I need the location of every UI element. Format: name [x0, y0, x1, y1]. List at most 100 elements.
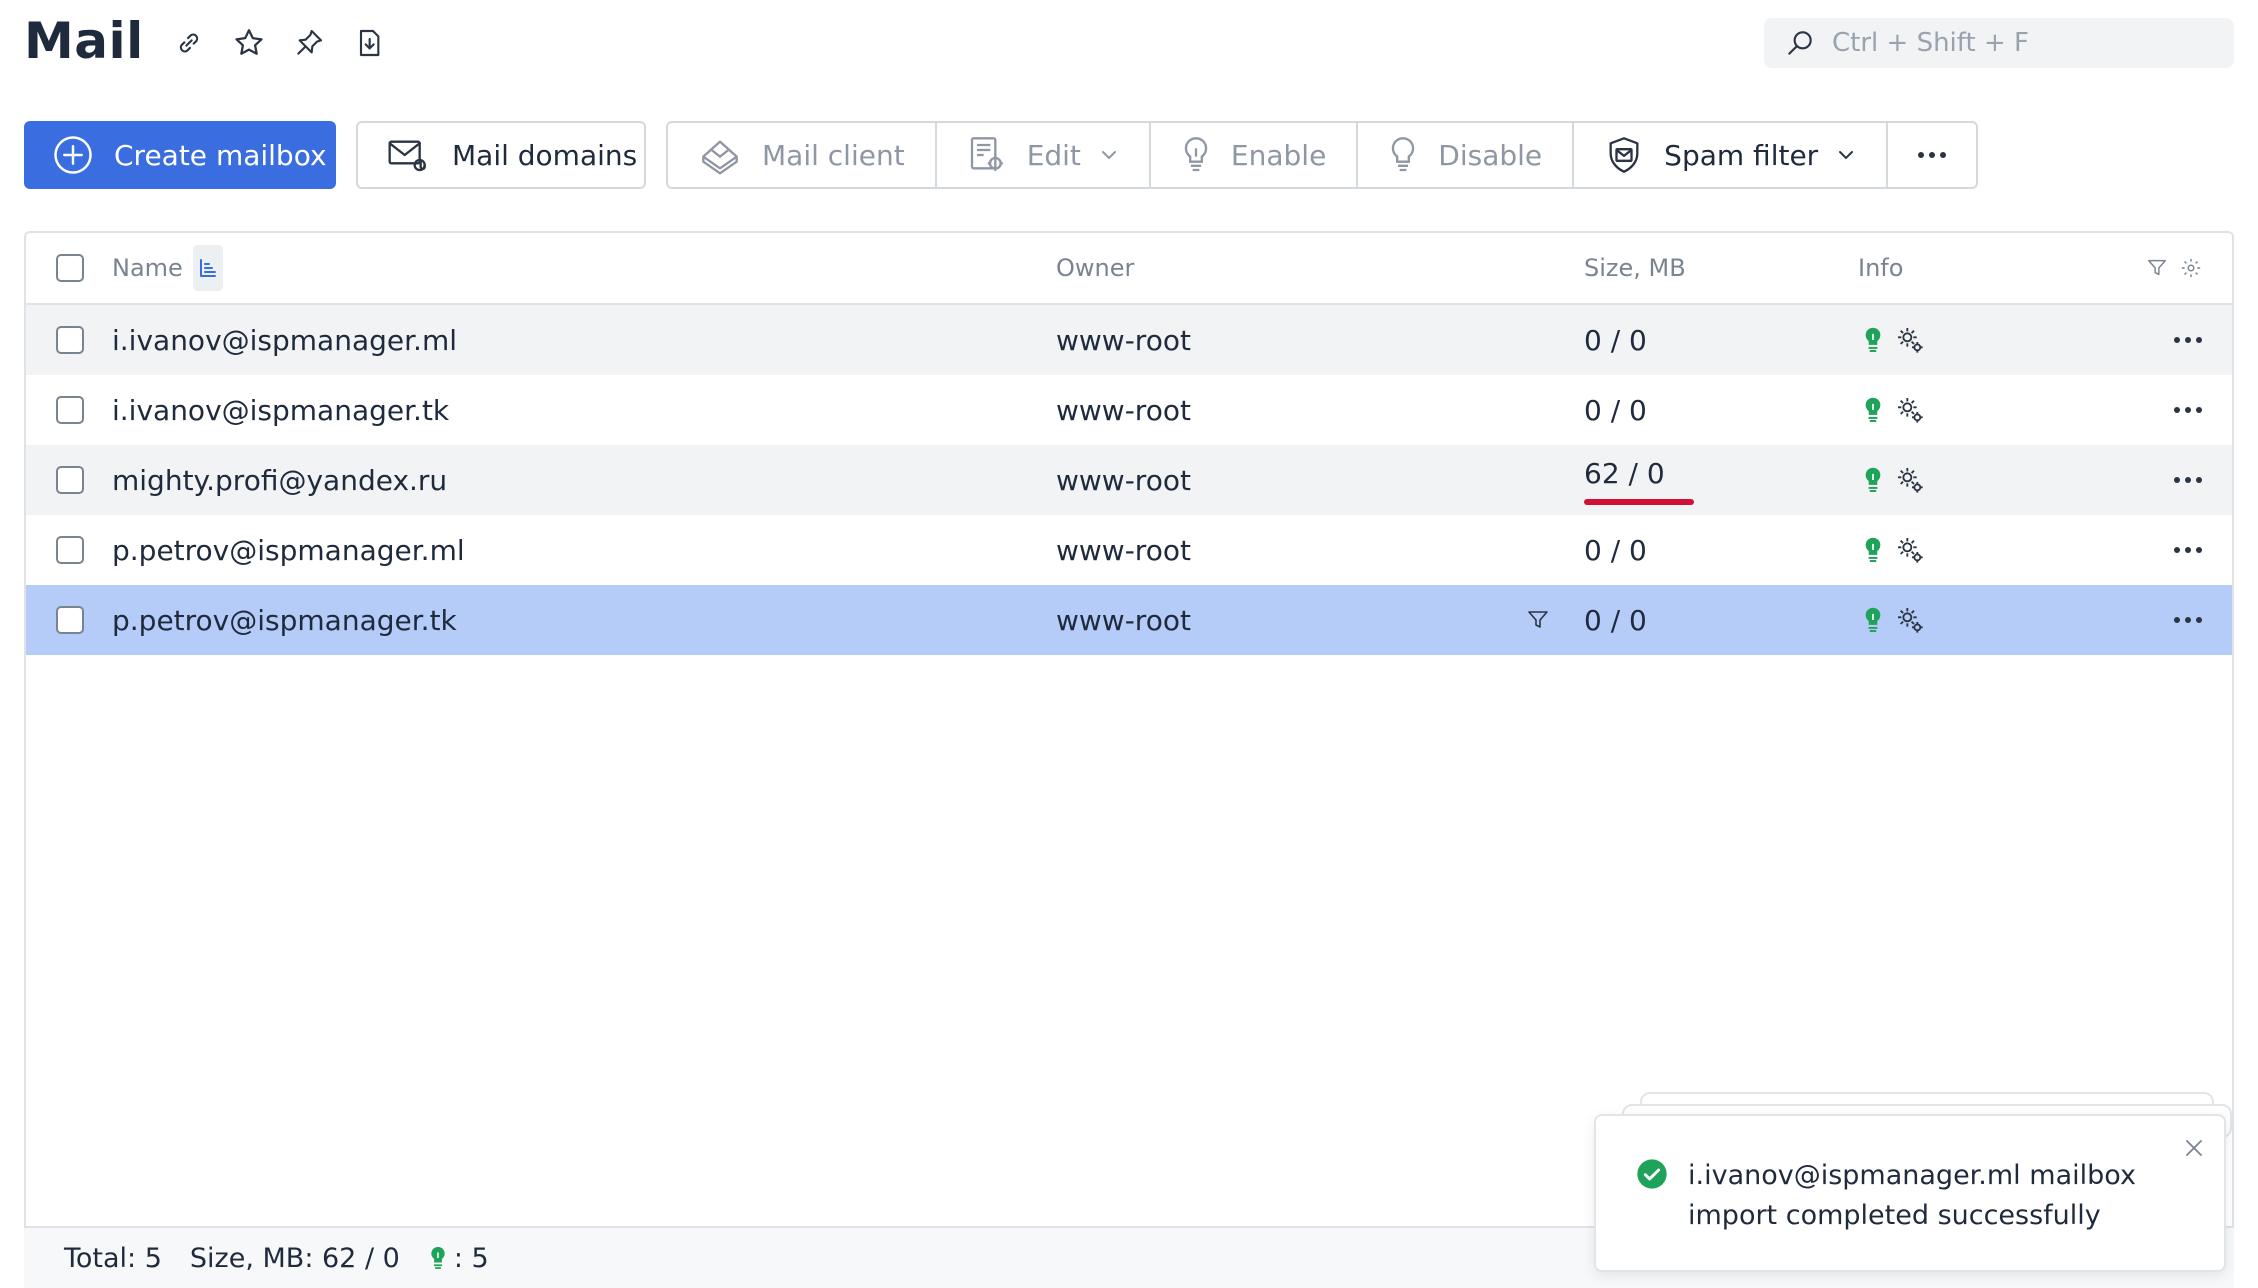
mail-client-label: Mail client: [762, 138, 905, 172]
info-icons: [1862, 515, 1926, 585]
table-row[interactable]: p.petrov@ispmanager.tk www-root 0 / 0: [26, 585, 2232, 655]
row-actions-button[interactable]: [2174, 585, 2202, 655]
enabled-bulb-icon: [428, 1243, 448, 1273]
column-header-info[interactable]: Info: [1858, 233, 1903, 303]
column-header-size[interactable]: Size, MB: [1584, 233, 1686, 303]
mailbox-name[interactable]: p.petrov@ispmanager.tk: [112, 585, 457, 655]
info-icons: [1862, 445, 1926, 515]
row-checkbox[interactable]: [56, 396, 84, 424]
close-icon[interactable]: [2182, 1136, 2206, 1160]
mail-client-icon: [698, 135, 742, 175]
mailbox-size: 0 / 0: [1584, 603, 1647, 637]
row-actions-button[interactable]: [2174, 445, 2202, 515]
gears-icon[interactable]: [1894, 464, 1926, 496]
column-header-name[interactable]: Name: [112, 233, 223, 303]
mail-domains-label: Mail domains: [452, 138, 638, 172]
gears-icon[interactable]: [1894, 394, 1926, 426]
gear-icon[interactable]: [2180, 257, 2202, 279]
table-row[interactable]: mighty.profi@yandex.ru www-root 62 / 0: [26, 445, 2232, 515]
column-filter-icon[interactable]: [1526, 585, 1550, 655]
info-icons: [1862, 305, 1926, 375]
column-name-label: Name: [112, 254, 183, 282]
info-icons: [1862, 375, 1926, 445]
mailbox-size: 0 / 0: [1584, 393, 1647, 427]
filter-icon[interactable]: [2146, 257, 2168, 279]
search-box[interactable]: [1764, 18, 2234, 68]
gears-icon[interactable]: [1894, 604, 1926, 636]
spam-filter-button[interactable]: Spam filter: [1574, 123, 1889, 187]
row-checkbox[interactable]: [56, 466, 84, 494]
pin-icon[interactable]: [290, 24, 328, 62]
mailbox-owner: www-root: [1056, 603, 1191, 637]
download-icon[interactable]: [350, 24, 388, 62]
mailbox-owner: www-root: [1056, 463, 1191, 497]
table-row[interactable]: p.petrov@ispmanager.ml www-root 0 / 0: [26, 515, 2232, 585]
table-row[interactable]: i.ivanov@ispmanager.ml www-root 0 / 0: [26, 305, 2232, 375]
gears-icon[interactable]: [1894, 324, 1926, 356]
row-checkbox[interactable]: [56, 536, 84, 564]
edit-label: Edit: [1026, 138, 1081, 172]
row-checkbox-cell: [56, 305, 84, 375]
footer-total: Total: 5: [64, 1242, 162, 1274]
select-all-checkbox[interactable]: [56, 254, 84, 282]
gears-icon[interactable]: [1894, 534, 1926, 566]
row-checkbox[interactable]: [56, 606, 84, 634]
row-checkbox[interactable]: [56, 326, 84, 354]
row-checkbox-cell: [56, 515, 84, 585]
lightbulb-on-icon: [1181, 135, 1211, 175]
enable-button[interactable]: Enable: [1151, 123, 1359, 187]
more-icon: [1918, 152, 1947, 158]
mailbox-name[interactable]: i.ivanov@ispmanager.tk: [112, 375, 449, 445]
row-actions-button[interactable]: [2174, 375, 2202, 445]
mail-client-button[interactable]: Mail client: [668, 123, 937, 187]
footer-size: Size, MB: 62 / 0: [189, 1242, 400, 1274]
enabled-bulb-icon: [1862, 464, 1884, 496]
row-actions-button[interactable]: [2174, 305, 2202, 375]
lightbulb-off-icon: [1388, 135, 1418, 175]
title-actions: [170, 24, 388, 62]
more-icon: [2174, 407, 2202, 413]
enable-label: Enable: [1230, 138, 1327, 172]
mail-domains-button[interactable]: Mail domains: [356, 121, 646, 189]
enabled-bulb-icon: [1862, 394, 1884, 426]
sort-icon[interactable]: [192, 245, 223, 291]
more-icon: [2174, 477, 2202, 483]
toolbar: Create mailbox Mail domains Mail client …: [24, 121, 1979, 189]
mailbox-size: 0 / 0: [1584, 323, 1647, 357]
disable-button[interactable]: Disable: [1358, 123, 1575, 187]
column-header-owner[interactable]: Owner: [1056, 233, 1134, 303]
column-owner-label: Owner: [1056, 254, 1135, 282]
envelope-at-icon: [386, 135, 430, 175]
enabled-bulb-icon: [1862, 324, 1884, 356]
more-actions-button[interactable]: [1888, 123, 1976, 187]
mailbox-size: 0 / 0: [1584, 533, 1647, 567]
check-circle-icon: [1636, 1158, 1668, 1190]
search-input[interactable]: [1830, 27, 2214, 59]
row-checkbox-cell: [56, 585, 84, 655]
column-size-label: Size, MB: [1584, 254, 1686, 282]
shield-mail-icon: [1604, 135, 1644, 175]
edit-button[interactable]: Edit: [937, 123, 1151, 187]
link-icon[interactable]: [170, 24, 208, 62]
quota-exceeded-underline: [1584, 499, 1694, 505]
page-title: Mail: [24, 12, 144, 70]
create-mailbox-button[interactable]: Create mailbox: [24, 121, 336, 189]
table-header: Name Owner Size, MB Info: [26, 233, 2232, 305]
table-row[interactable]: i.ivanov@ispmanager.tk www-root 0 / 0: [26, 375, 2232, 445]
footer-enabled: : 5: [428, 1243, 489, 1274]
header-tools: [2146, 233, 2202, 303]
info-icons: [1862, 585, 1926, 655]
spam-filter-label: Spam filter: [1664, 138, 1819, 172]
mailbox-name[interactable]: i.ivanov@ispmanager.ml: [112, 305, 457, 375]
more-icon: [2174, 617, 2202, 623]
edit-settings-icon: [967, 135, 1007, 175]
star-icon[interactable]: [230, 24, 268, 62]
mailbox-owner: www-root: [1056, 533, 1191, 567]
mailbox-name[interactable]: p.petrov@ispmanager.ml: [112, 515, 465, 585]
row-actions-button[interactable]: [2174, 515, 2202, 585]
column-info-label: Info: [1858, 254, 1904, 282]
mailbox-name[interactable]: mighty.profi@yandex.ru: [112, 445, 447, 515]
row-checkbox-cell: [56, 375, 84, 445]
toast-message: i.ivanov@ispmanager.ml mailbox import co…: [1688, 1160, 2136, 1231]
more-icon: [2174, 337, 2202, 343]
